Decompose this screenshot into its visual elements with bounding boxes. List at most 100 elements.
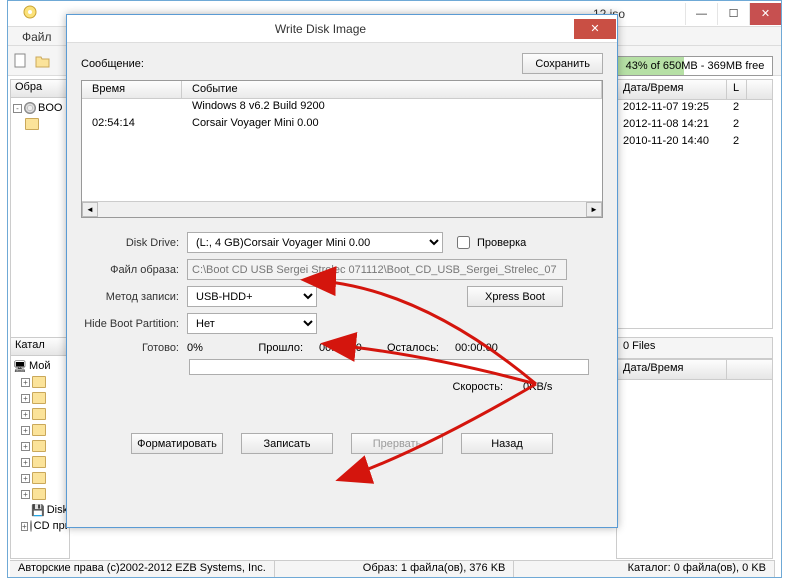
- col-date[interactable]: Дата/Время: [617, 80, 727, 99]
- ready-pct: 0%: [187, 342, 247, 354]
- horizontal-scrollbar[interactable]: ◄ ►: [82, 201, 602, 217]
- capacity-text: 43% of 650MB - 369MB free: [618, 60, 772, 72]
- collapse-icon[interactable]: -: [13, 104, 22, 113]
- scroll-right-icon[interactable]: ►: [586, 202, 602, 217]
- maximize-button[interactable]: ☐: [717, 3, 749, 25]
- drive-node[interactable]: +: [13, 470, 67, 486]
- col-l[interactable]: L: [727, 80, 747, 99]
- menu-file[interactable]: Файл: [14, 29, 60, 45]
- local-tree-pane: Катал 🖥Мой + + + + + + + + 💾Disk(L:) +CD…: [10, 337, 70, 559]
- event-row[interactable]: 02:54:14Corsair Voyager Mini 0.00: [82, 116, 602, 133]
- image-file-field[interactable]: [187, 259, 567, 280]
- drive-node[interactable]: +: [13, 438, 67, 454]
- tree-root[interactable]: -BOO: [13, 100, 67, 116]
- hide-partition-label: Hide Boot Partition:: [81, 318, 187, 330]
- verify-label: Проверка: [477, 237, 526, 249]
- write-disk-image-dialog: Write Disk Image ✕ Сообщение: Сохранить …: [66, 14, 618, 528]
- computer-node[interactable]: 🖥Мой: [13, 358, 67, 374]
- folder-icon: [32, 488, 46, 500]
- write-method-select[interactable]: USB-HDD+: [187, 286, 317, 307]
- status-image: Образ: 1 файла(ов), 376 KB: [355, 561, 515, 577]
- disk-drive-select[interactable]: (L:, 4 GB)Corsair Voyager Mini 0.00: [187, 232, 443, 253]
- expand-icon[interactable]: +: [21, 442, 30, 451]
- write-method-label: Метод записи:: [81, 291, 187, 303]
- minimize-button[interactable]: —: [685, 3, 717, 25]
- drive-node[interactable]: +: [13, 454, 67, 470]
- new-icon[interactable]: [12, 52, 30, 70]
- folder-icon: [32, 456, 46, 468]
- close-button[interactable]: ✕: [749, 3, 781, 25]
- folder-icon: [32, 440, 46, 452]
- folder-icon: [25, 118, 39, 130]
- progress-bar: [189, 359, 589, 375]
- disc-icon: [30, 520, 32, 532]
- verify-checkbox[interactable]: [457, 236, 470, 249]
- disc-icon: [24, 102, 36, 114]
- folder-icon: [32, 424, 46, 436]
- folder-icon: [32, 408, 46, 420]
- expand-icon[interactable]: +: [21, 426, 30, 435]
- ready-label: Готово:: [81, 342, 187, 354]
- elapsed-label: Прошло:: [247, 342, 303, 354]
- drive-node[interactable]: +: [13, 390, 67, 406]
- col-time[interactable]: Время: [82, 81, 182, 98]
- speed-label: Скорость:: [452, 381, 503, 393]
- list-row[interactable]: 2012-11-07 19:252: [617, 100, 772, 117]
- drive-node[interactable]: +: [13, 486, 67, 502]
- tree-item[interactable]: [13, 116, 67, 132]
- file-list-lower: Дата/Время: [616, 359, 773, 559]
- dialog-close-button[interactable]: ✕: [574, 19, 616, 39]
- file-count: 0 Files: [623, 340, 655, 352]
- xpress-boot-button[interactable]: Xpress Boot: [467, 286, 563, 307]
- scroll-left-icon[interactable]: ◄: [82, 202, 98, 217]
- save-button[interactable]: Сохранить: [522, 53, 603, 74]
- event-log: Время Событие Windows 8 v6.2 Build 92000…: [81, 80, 603, 218]
- drive-node[interactable]: +: [13, 422, 67, 438]
- computer-icon: 🖥: [13, 360, 27, 373]
- col-date[interactable]: Дата/Время: [617, 360, 727, 379]
- message-label: Сообщение:: [81, 58, 144, 70]
- cd-drive-node[interactable]: +CD привод(J:): [13, 518, 67, 534]
- path-toolbar: 0 Files: [616, 337, 773, 359]
- image-tree-header: Обра: [11, 80, 69, 98]
- folder-icon: [32, 472, 46, 484]
- list-row[interactable]: 2012-11-08 14:212: [617, 117, 772, 134]
- folder-icon: [32, 376, 46, 388]
- back-button[interactable]: Назад: [461, 433, 553, 454]
- image-file-label: Файл образа:: [81, 264, 187, 276]
- abort-button[interactable]: Прервать: [351, 433, 443, 454]
- drive-node[interactable]: +: [13, 374, 67, 390]
- disk-drive-label: Disk Drive:: [81, 237, 187, 249]
- elapsed-value: 00:00:00: [303, 342, 373, 354]
- expand-icon[interactable]: +: [21, 522, 28, 531]
- drive-node[interactable]: +: [13, 406, 67, 422]
- expand-icon[interactable]: +: [21, 490, 30, 499]
- app-icon: [23, 5, 37, 19]
- dialog-title: Write Disk Image: [67, 22, 574, 36]
- capacity-bar: 43% of 650MB - 369MB free: [617, 56, 773, 76]
- expand-icon[interactable]: +: [21, 410, 30, 419]
- open-icon[interactable]: [34, 52, 52, 70]
- status-copyright: Авторские права (c)2002-2012 EZB Systems…: [10, 561, 275, 577]
- statusbar: Авторские права (c)2002-2012 EZB Systems…: [10, 560, 775, 577]
- col-event[interactable]: Событие: [182, 81, 602, 98]
- remain-value: 00:00:00: [439, 342, 509, 354]
- write-button[interactable]: Записать: [241, 433, 333, 454]
- file-list-upper: Дата/Время L 2012-11-07 19:2522012-11-08…: [616, 79, 773, 329]
- expand-icon[interactable]: +: [21, 378, 30, 387]
- folder-icon: [32, 392, 46, 404]
- speed-value: 0KB/s: [503, 381, 563, 393]
- remain-label: Осталось:: [373, 342, 439, 354]
- expand-icon[interactable]: +: [21, 394, 30, 403]
- local-tree-header: Катал: [11, 338, 69, 356]
- format-button[interactable]: Форматировать: [131, 433, 223, 454]
- event-row[interactable]: Windows 8 v6.2 Build 9200: [82, 99, 602, 116]
- expand-icon[interactable]: +: [21, 458, 30, 467]
- window-buttons: — ☐ ✕: [685, 3, 781, 25]
- drive-icon: 💾: [31, 504, 45, 517]
- hide-partition-select[interactable]: Нет: [187, 313, 317, 334]
- expand-icon[interactable]: +: [21, 474, 30, 483]
- dialog-titlebar[interactable]: Write Disk Image ✕: [67, 15, 617, 43]
- drive-disk-l[interactable]: 💾Disk(L:): [13, 502, 67, 518]
- list-row[interactable]: 2010-11-20 14:402: [617, 134, 772, 151]
